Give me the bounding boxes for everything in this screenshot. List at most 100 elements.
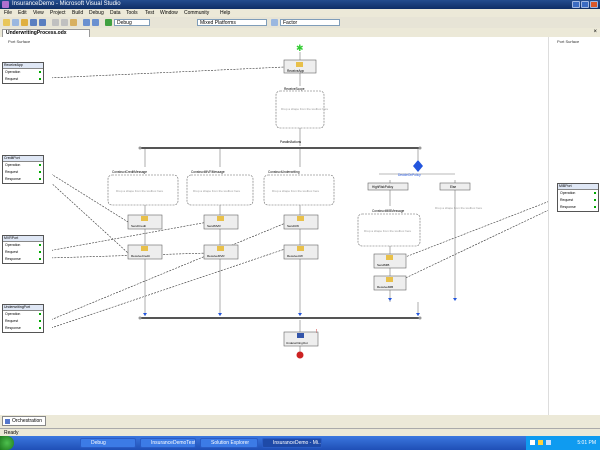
menu-help[interactable]: Help <box>220 10 230 16</box>
menu-data[interactable]: Data <box>110 10 121 16</box>
port-mvr[interactable]: MVRPort Operation Request Response <box>2 235 44 264</box>
branch-2[interactable]: ConstructMVRMessage Drop a shape from th… <box>186 170 254 206</box>
send-credit-shape[interactable]: SendCredit <box>127 214 163 230</box>
menu-build[interactable]: Build <box>72 10 83 16</box>
send-icon <box>297 216 304 221</box>
branch-3[interactable]: ConstructUnderwriting Drop a shape from … <box>263 170 335 206</box>
port-message[interactable]: Request <box>3 249 43 256</box>
branch-1[interactable]: ConstructCreditMessage Drop a shape from… <box>107 170 179 206</box>
app-icon <box>2 1 9 8</box>
decision-icon <box>413 160 423 172</box>
find-icon[interactable] <box>271 19 278 26</box>
maximize-button[interactable] <box>581 1 589 8</box>
port-message[interactable]: Response <box>3 256 43 263</box>
search-combo[interactable]: Factor <box>280 19 340 26</box>
open-icon[interactable] <box>21 19 28 26</box>
parallel-label: ParallelActions <box>280 140 301 144</box>
receive-mib-shape[interactable]: ReceiveMIB <box>373 275 407 291</box>
save-all-icon[interactable] <box>39 19 46 26</box>
tab-orchestration[interactable]: Orchestration <box>2 416 46 426</box>
send-label: SendMVR <box>207 224 222 228</box>
port-message[interactable]: Response <box>3 325 43 332</box>
minimize-button[interactable] <box>572 1 580 8</box>
send-uw-shape[interactable]: SendUW <box>283 214 319 230</box>
port-operation: Operation <box>3 69 43 76</box>
menu-file[interactable]: File <box>4 10 12 16</box>
menu-debug[interactable]: Debug <box>89 10 104 16</box>
port-connection <box>47 221 289 322</box>
receive-shape[interactable]: ReceiveApp <box>283 59 317 74</box>
receive-mvr-shape[interactable]: ReceiveMVR <box>203 244 239 260</box>
port-message[interactable]: Request <box>3 76 43 83</box>
scope-shape[interactable]: ReceiveScope Drop a shape from the toolb… <box>275 87 329 129</box>
port-mib[interactable]: MIBPort Operation Request Response <box>557 183 599 212</box>
undo-icon[interactable] <box>83 19 90 26</box>
construct-mib[interactable]: ConstructMIBMessage Drop a shape from th… <box>357 209 421 247</box>
platform-combo[interactable]: Mixed Platforms <box>197 19 267 26</box>
paste-icon[interactable] <box>70 19 77 26</box>
menu-project[interactable]: Project <box>50 10 66 16</box>
port-message[interactable]: Response <box>558 204 598 211</box>
port-message[interactable]: Request <box>3 169 43 176</box>
receive-uw-shape[interactable]: ReceiveUW <box>283 244 319 260</box>
tray-icon[interactable] <box>530 440 535 445</box>
branch-label: ConstructMVRMessage <box>191 170 225 174</box>
menu-window[interactable]: Window <box>160 10 178 16</box>
orchestration-diagram: ✱ ReceiveApp ReceiveScope Drop a shape f… <box>47 43 556 359</box>
port-operation: Operation <box>558 190 598 197</box>
save-icon[interactable] <box>30 19 37 26</box>
orchestration-designer-canvas[interactable]: ✱ ReceiveApp ReceiveScope Drop a shape f… <box>47 37 556 415</box>
send-mvr-shape[interactable]: SendMVR <box>203 214 239 230</box>
receive-icon <box>141 246 148 251</box>
else-label: Else <box>450 185 456 189</box>
port-message[interactable]: Request <box>3 318 43 325</box>
start-button[interactable] <box>0 436 14 450</box>
menu-test[interactable]: Test <box>145 10 154 16</box>
start-debug-icon[interactable] <box>105 19 112 26</box>
port-message[interactable]: Response <box>3 176 43 183</box>
taskbar-item[interactable]: Debug <box>80 438 136 448</box>
clock[interactable]: 5:01 PM <box>577 440 596 446</box>
menu-edit[interactable]: Edit <box>18 10 27 16</box>
cut-icon[interactable] <box>52 19 59 26</box>
branch-label: ConstructUnderwriting <box>268 170 300 174</box>
tab-underwriting-process[interactable]: UnderwritingProcess.odx <box>2 29 90 37</box>
copy-icon[interactable] <box>61 19 68 26</box>
port-operation: Operation <box>3 311 43 318</box>
tray-icon[interactable] <box>546 440 551 445</box>
start-icon: ✱ <box>296 43 304 53</box>
send-mib-shape[interactable]: SendMIB <box>373 253 407 269</box>
port-message[interactable]: Request <box>558 197 598 204</box>
branch-drop-hint: Drop a shape from the toolbox here <box>116 189 164 193</box>
receive-credit-shape[interactable]: ReceiveCredit <box>127 244 163 260</box>
else-drop-hint: Drop a shape from the toolbox here <box>435 206 483 210</box>
join-arrow <box>416 313 420 316</box>
construct-drop-hint: Drop a shape from the toolbox here <box>364 229 412 233</box>
construct-label: ConstructMIBMessage <box>372 209 404 213</box>
port-credit[interactable]: CreditPort Operation Request Response <box>2 155 44 184</box>
decide-shape[interactable]: DecideOnPolicy <box>398 160 423 177</box>
port-operation: Operation <box>3 162 43 169</box>
close-icon[interactable]: × <box>593 29 597 35</box>
menu-tools[interactable]: Tools <box>126 10 138 16</box>
taskbar-item[interactable]: InsuranceDemoTest <box>140 438 196 448</box>
send-icon <box>141 216 148 221</box>
new-project-icon[interactable] <box>3 19 10 26</box>
document-tab-strip: UnderwritingProcess.odx × <box>0 28 600 37</box>
error-indicator-icon: ! <box>316 329 317 335</box>
tray-icon[interactable] <box>538 440 543 445</box>
taskbar-item[interactable]: Solution Explorer <box>200 438 258 448</box>
parallel-bar-handle <box>138 146 142 150</box>
final-send-shape[interactable]: UnderwritingOut ! <box>283 329 319 347</box>
close-button[interactable] <box>590 1 598 8</box>
redo-icon[interactable] <box>92 19 99 26</box>
add-item-icon[interactable] <box>12 19 19 26</box>
receive-icon <box>386 277 393 282</box>
config-combo[interactable]: Debug <box>114 19 150 26</box>
port-underwriting[interactable]: UnderwritingPort Operation Request Respo… <box>2 304 44 333</box>
port-receive-app[interactable]: ReceiveApp Operation Request <box>2 62 44 84</box>
menu-view[interactable]: View <box>33 10 44 16</box>
receive-label: ReceiveMIB <box>377 285 393 289</box>
taskbar-item[interactable]: InsuranceDemo - Mi... <box>262 438 322 448</box>
menu-community[interactable]: Community <box>184 10 209 16</box>
